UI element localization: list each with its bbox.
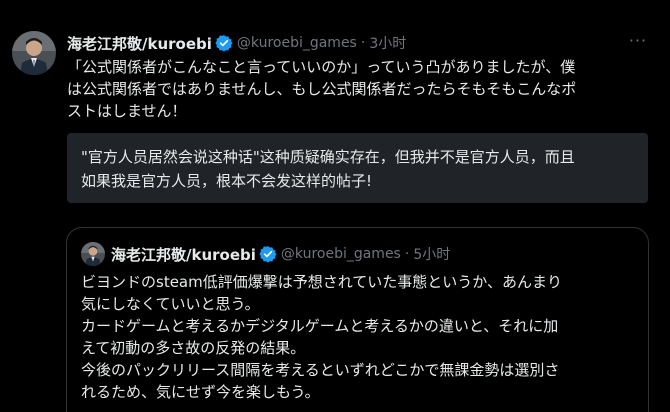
tweet-text-line: 「公式関係者がこんなこと言っていいのか」っていう凸がありましたが、僕 bbox=[67, 58, 576, 76]
quoted-tweet-timestamp: 5小时 bbox=[413, 247, 451, 263]
header-separator: · bbox=[360, 35, 366, 51]
quoted-header-separator: · bbox=[404, 246, 410, 262]
tweet-text: 「公式関係者がこんなこと言っていいのか」っていう凸がありましたが、僕 は公式関係… bbox=[67, 56, 647, 122]
verified-badge-icon bbox=[215, 34, 233, 52]
quoted-tweet-header: 海老江邦敬/kuroebi @kuroebi_games · 5小时 bbox=[111, 243, 450, 265]
quoted-text-line: カードゲームと考えるかデジタルゲームと考えるかの違いと、それに加 bbox=[81, 317, 559, 335]
tweet-timestamp[interactable]: 3小时 bbox=[369, 33, 406, 53]
quoted-text-line: えて初動の多さ故の反発の結果。 bbox=[81, 339, 306, 357]
quoted-author-avatar bbox=[81, 242, 105, 266]
author-handle[interactable]: @kuroebi_games bbox=[237, 35, 357, 51]
tweet-text-line: は公式関係者ではありませんし、もし公式関係者だったらそもそもこんなポ bbox=[67, 80, 577, 98]
tweet-header: 海老江邦敬/kuroebi @kuroebi_games · 3小时 bbox=[67, 32, 406, 54]
tweet-card[interactable]: 海老江邦敬/kuroebi @kuroebi_games · 3小时 ··· 「… bbox=[0, 0, 670, 412]
quoted-text-line: ビヨンドのsteam低評価爆撃は予想されていた事態というか、あんまり bbox=[81, 273, 562, 291]
more-options-icon[interactable]: ··· bbox=[626, 33, 650, 49]
tweet-text-line: ストはしません！ bbox=[67, 102, 187, 120]
author-avatar[interactable] bbox=[12, 31, 56, 75]
quoted-text-line: 今後のパックリリース間隔を考えるといずれどこかで無課金勢は選別さ bbox=[81, 361, 560, 379]
quoted-author-display-name: 海老江邦敬/kuroebi bbox=[111, 245, 256, 264]
author-display-name[interactable]: 海老江邦敬/kuroebi bbox=[67, 33, 212, 54]
quoted-text-line: 気にしなくていいと思う。 bbox=[81, 295, 260, 313]
quoted-tweet-text: ビヨンドのsteam低評価爆撃は予想されていた事態というか、あんまり 気にしなく… bbox=[81, 271, 636, 403]
quoted-tweet[interactable]: 海老江邦敬/kuroebi @kuroebi_games · 5小时 ビヨンドの… bbox=[66, 227, 649, 412]
translation-box: "官方人员居然会说这种话"这种质疑确实存在，但我并不是官方人员，而且 如果我是官… bbox=[67, 133, 648, 203]
translation-line: 如果我是官方人员，根本不会发这样的帖子! bbox=[81, 172, 373, 190]
quoted-author-handle: @kuroebi_games bbox=[280, 246, 401, 262]
verified-badge-icon bbox=[259, 245, 277, 263]
quoted-text-line: れるため、気にせず今を楽しもう。 bbox=[81, 383, 320, 401]
translation-line: "官方人员居然会说这种话"这种质疑确实存在，但我并不是官方人员，而且 bbox=[81, 148, 575, 166]
